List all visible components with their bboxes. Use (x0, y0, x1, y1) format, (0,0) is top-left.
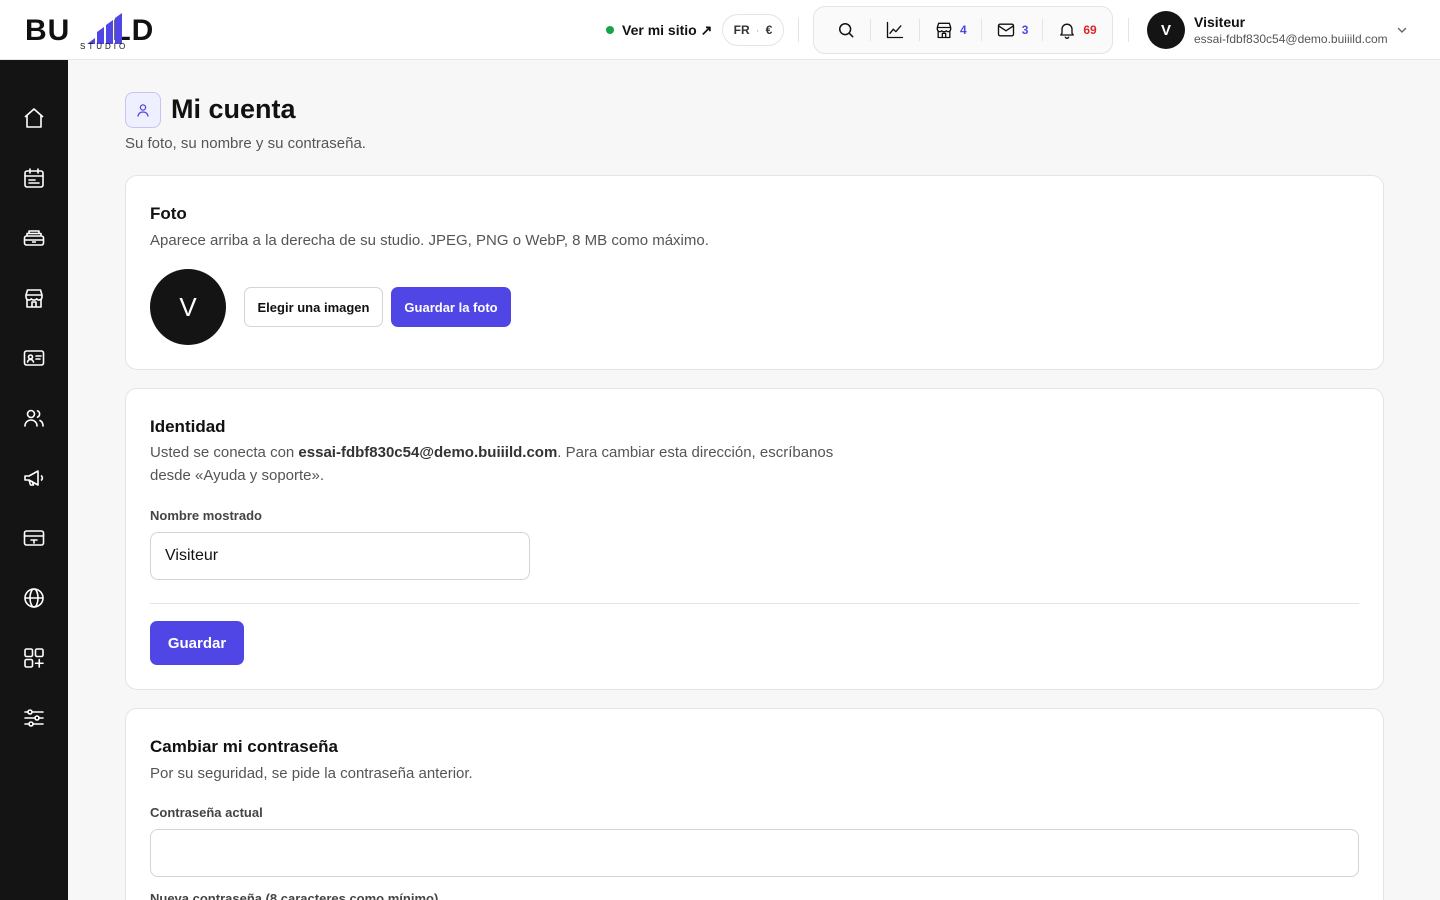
megaphone-icon (24, 470, 44, 486)
divider (798, 18, 799, 42)
sidebar-item-users[interactable] (19, 403, 49, 433)
user-info: Visiteur essai-fdbf830c54@demo.buiiild.c… (1194, 14, 1389, 46)
ticket-icon (23, 530, 45, 546)
photo-card-description: Aparece arriba a la derecha de su studio… (150, 232, 709, 249)
divider (150, 603, 1359, 604)
brand-logo[interactable]: BU LD STUDIO (25, 8, 185, 52)
photo-card: Foto Aparece arriba a la derecha de su s… (125, 175, 1384, 370)
shops-count: 4 (960, 23, 967, 37)
identity-card-description: Usted se conecta con essai-fdbf830c54@de… (150, 441, 870, 487)
divider (870, 19, 871, 41)
user-email: essai-fdbf830c54@demo.buiiild.com (1194, 32, 1388, 46)
divider (1128, 18, 1129, 42)
current-password-label: Contraseña actual (150, 805, 263, 820)
new-password-label: Nueva contraseña (8 caracteres como míni… (150, 891, 439, 900)
stats-button[interactable] (877, 7, 913, 53)
title-badge (125, 92, 161, 128)
identity-card: Identidad Usted se conecta con essai-fdb… (125, 388, 1384, 690)
user-name: Visiteur (1194, 14, 1246, 30)
search-icon (839, 23, 854, 38)
store-icon (25, 289, 43, 308)
divider (980, 19, 982, 41)
messages-button[interactable]: 3 (988, 7, 1037, 53)
identity-desc-prefix: Usted se conecta con (150, 444, 299, 461)
apps-add-icon (24, 648, 44, 668)
search-button[interactable] (828, 7, 864, 53)
globe-icon (24, 588, 44, 608)
chart-icon (886, 21, 904, 39)
currency-label: € (765, 23, 773, 37)
sidebar-item-contacts[interactable] (19, 343, 49, 373)
separator-dot: · (755, 23, 760, 37)
password-card: Cambiar mi contraseña Por su seguridad, … (125, 708, 1384, 900)
view-site-label: Ver mi sitio ↗ (622, 21, 713, 38)
display-name-input[interactable] (150, 532, 530, 580)
notifications-count: 69 (1083, 23, 1097, 37)
identity-card-title: Identidad (150, 417, 226, 436)
bell-icon (1060, 23, 1075, 39)
id-card-icon (23, 350, 45, 366)
users-icon (24, 409, 44, 427)
display-name-label: Nombre mostrado (150, 508, 262, 523)
mail-icon (997, 23, 1014, 37)
save-identity-button[interactable]: Guardar (150, 621, 244, 665)
sidebar-item-website[interactable] (19, 583, 49, 613)
password-card-title: Cambiar mi contraseña (150, 737, 339, 756)
view-site-link[interactable]: Ver mi sitio ↗ (606, 18, 712, 42)
sliders-icon (24, 709, 44, 727)
messages-count: 3 (1021, 23, 1029, 37)
page-subtitle: Su foto, su nombre y su contraseña. (125, 135, 366, 152)
save-photo-button[interactable]: Guardar la foto (391, 287, 511, 327)
choose-image-button[interactable]: Elegir una imagen (244, 287, 383, 327)
sidebar-item-home[interactable] (19, 103, 49, 133)
sidebar-item-payments[interactable] (19, 523, 49, 553)
sidebar-item-inbox[interactable] (19, 223, 49, 253)
avatar: V (1147, 11, 1185, 49)
notifications-button[interactable]: 69 (1049, 7, 1104, 53)
password-card-description: Por su seguridad, se pide la contraseña … (150, 765, 473, 782)
login-email: essai-fdbf830c54@demo.buiiild.com (298, 444, 558, 461)
sidebar-item-calendar[interactable] (19, 163, 49, 193)
avatar: V (150, 269, 226, 345)
sidebar-item-store[interactable] (19, 283, 49, 313)
store-icon (936, 22, 952, 39)
current-password-input[interactable] (150, 829, 1359, 877)
user-icon (137, 104, 149, 117)
top-bar: BU LD STUDIO Ver mi sitio ↗ FR · € 4 3 6… (0, 0, 1440, 60)
user-menu[interactable]: V Visiteur essai-fdbf830c54@demo.buiiild… (1147, 11, 1407, 49)
logo-bars-icon (87, 13, 122, 44)
language-currency-switch[interactable]: FR · € (722, 14, 784, 46)
sidebar-item-apps[interactable] (19, 643, 49, 673)
page-title: Mi cuenta (171, 94, 296, 124)
sidebar-item-marketing[interactable] (19, 463, 49, 493)
language-label: FR (733, 23, 750, 37)
calendar-icon (24, 168, 44, 188)
sidebar-item-settings[interactable] (19, 703, 49, 733)
brand-sub: STUDIO (80, 42, 129, 51)
divider (919, 19, 920, 41)
inbox-stack-icon (23, 230, 45, 246)
chevron-down-icon (1397, 27, 1407, 33)
shops-button[interactable]: 4 (926, 7, 975, 53)
home-icon (24, 108, 44, 128)
divider (1042, 19, 1044, 41)
sidebar (0, 60, 68, 900)
online-status-dot (606, 26, 614, 34)
photo-card-title: Foto (150, 204, 187, 223)
toolbar-group: 4 3 69 (813, 6, 1113, 54)
brand-name-left: BU (25, 14, 71, 47)
